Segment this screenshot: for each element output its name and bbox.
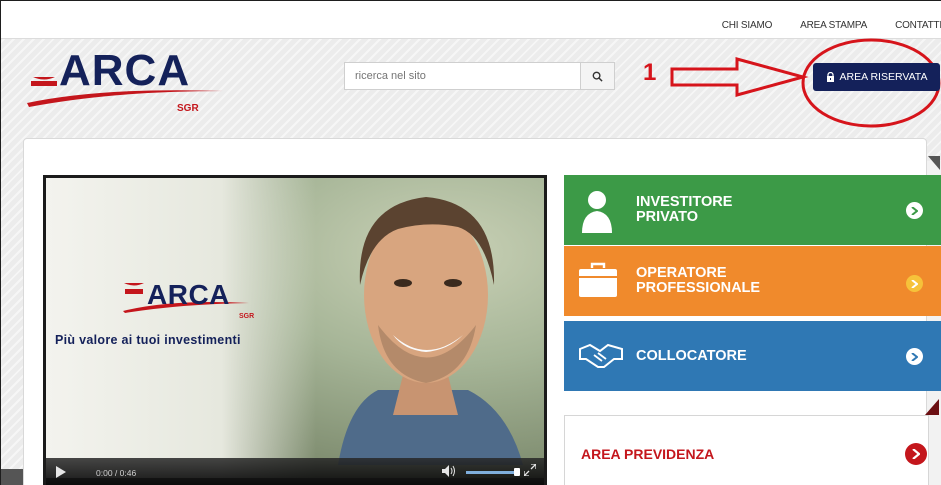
video-tagline: Più valore ai tuoi investimenti — [55, 333, 241, 347]
area-previdenza-arrow-button[interactable] — [905, 443, 927, 465]
user-icon — [582, 191, 612, 233]
chevron-right-icon — [911, 352, 918, 361]
video-player[interactable]: ARCA SGR Più valore ai tuoi investimenti… — [43, 175, 547, 485]
fullscreen-icon[interactable] — [524, 464, 536, 476]
video-logo-mark-icon — [124, 283, 144, 294]
tile-collocatore[interactable]: COLLOCATORE — [564, 321, 941, 391]
tile-label-line1: COLLOCATORE — [636, 348, 747, 364]
volume-icon[interactable] — [442, 465, 456, 477]
area-riservata-button[interactable]: AREA RISERVATA — [813, 63, 940, 91]
chevron-right-icon — [911, 206, 918, 215]
area-previdenza-card[interactable]: AREA PREVIDENZA — [564, 415, 929, 485]
man-portrait-image — [338, 197, 523, 465]
briefcase-icon — [579, 262, 617, 297]
search-button[interactable] — [580, 63, 614, 89]
volume-slider[interactable] — [466, 471, 516, 474]
volume-knob[interactable] — [514, 468, 520, 476]
tile-arrow-button[interactable] — [906, 348, 923, 365]
video-logo-text: ARCA — [147, 279, 230, 310]
annotation-number: 1 — [643, 59, 657, 86]
annotation-arrow-icon — [670, 57, 809, 97]
nav-contatti[interactable]: CONTATTI — [895, 20, 941, 31]
search-box — [344, 62, 615, 90]
left-strip — [1, 469, 23, 485]
corner-marker-icon — [925, 399, 939, 415]
chevron-right-icon — [912, 449, 920, 459]
play-icon[interactable] — [56, 466, 66, 478]
area-previdenza-label: AREA PREVIDENZA — [581, 446, 715, 462]
lock-icon — [826, 72, 834, 82]
nav-chi-siamo[interactable]: CHI SIAMO — [722, 20, 773, 31]
handshake-icon — [579, 343, 623, 368]
tile-label: INVESTITORE PRIVATO — [636, 195, 732, 225]
tile-arrow-button[interactable] — [906, 202, 923, 219]
search-input[interactable] — [345, 63, 581, 89]
search-icon — [592, 71, 603, 82]
tile-label-line2: PROFESSIONALE — [636, 280, 761, 296]
tile-investitore-privato[interactable]: INVESTITORE PRIVATO — [564, 175, 941, 245]
tile-arrow-button[interactable] — [906, 275, 923, 292]
chevron-right-icon — [911, 279, 918, 288]
top-nav: CHI SIAMO AREA STAMPA CONTATTI — [694, 20, 941, 31]
logo-text: ARCA — [59, 46, 191, 95]
nav-area-stampa[interactable]: AREA STAMPA — [800, 20, 867, 31]
area-riservata-label: AREA RISERVATA — [839, 71, 928, 83]
logo-sgr: SGR — [177, 103, 199, 114]
tile-label-line1: INVESTITORE — [636, 194, 733, 210]
video-time: 0:00 / 0:46 — [96, 468, 137, 478]
tile-label: OPERATORE PROFESSIONALE — [636, 266, 760, 296]
tile-operatore-professionale[interactable]: OPERATORE PROFESSIONALE — [564, 246, 941, 316]
top-bar: CHI SIAMO AREA STAMPA CONTATTI — [1, 1, 941, 39]
video-logo-sgr: SGR — [239, 313, 255, 320]
video-controls: 0:00 / 0:46 — [46, 458, 544, 485]
arca-sgr-logo[interactable]: ARCA SGR — [23, 49, 223, 121]
tile-label: COLLOCATORE — [636, 349, 747, 364]
video-left-panel — [46, 178, 316, 478]
corner-marker-icon — [928, 156, 940, 170]
tile-label-line2: PRIVATO — [636, 209, 699, 225]
tile-label-line1: OPERATORE — [636, 265, 727, 281]
